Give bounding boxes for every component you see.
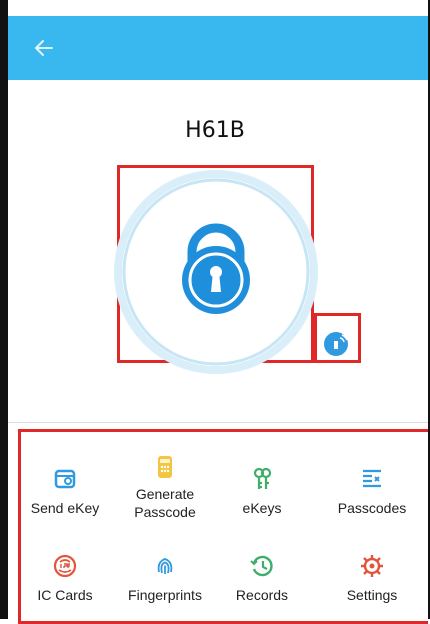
menu-label-line2: Passcode (134, 504, 196, 520)
section-divider (8, 422, 428, 423)
menu-item-ekeys[interactable]: eKeys (212, 465, 312, 517)
padlock-icon (114, 170, 318, 374)
left-edge (0, 0, 8, 619)
settings-icon (361, 555, 383, 577)
menu-item-generate-passcode[interactable]: Generate Passcode (115, 453, 215, 521)
unlock-button[interactable] (112, 168, 320, 376)
menu-item-settings[interactable]: Settings (322, 552, 422, 604)
menu-item-records[interactable]: Records (212, 552, 312, 604)
menu-label-line1: Generate (135, 486, 195, 502)
menu-label-records: Records (235, 587, 289, 603)
fingerprint-icon (157, 558, 173, 574)
menu-label-generate-passcode: Generate Passcode (115, 485, 215, 521)
menu-label-ic-cards: IC Cards (37, 587, 93, 603)
records-icon (250, 555, 273, 577)
menu-label-passcodes: Passcodes (337, 500, 407, 516)
lock-name: H61B (185, 118, 245, 143)
menu-item-ic-cards[interactable]: IC Cards (15, 552, 115, 604)
generate-passcode-icon (158, 456, 172, 478)
menu-item-passcodes[interactable]: Passcodes (322, 465, 422, 517)
menu-item-fingerprints[interactable]: Fingerprints (115, 552, 215, 604)
app-header (8, 16, 428, 80)
passcodes-icon (363, 469, 381, 488)
menu-label-fingerprints: Fingerprints (128, 587, 202, 603)
remote-unlock-icon (324, 332, 348, 356)
ekeys-icon (253, 467, 272, 489)
menu-label-ekeys: eKeys (242, 500, 282, 516)
back-arrow-icon (35, 40, 53, 56)
menu-item-send-ekey[interactable]: Send eKey (15, 465, 115, 517)
ic-card-icon (53, 554, 77, 578)
send-ekey-icon (54, 469, 76, 489)
menu-label-send-ekey: Send eKey (30, 500, 100, 516)
menu-label-settings: Settings (346, 587, 398, 603)
back-button[interactable] (26, 30, 62, 66)
remote-unlock-button[interactable] (314, 327, 356, 363)
